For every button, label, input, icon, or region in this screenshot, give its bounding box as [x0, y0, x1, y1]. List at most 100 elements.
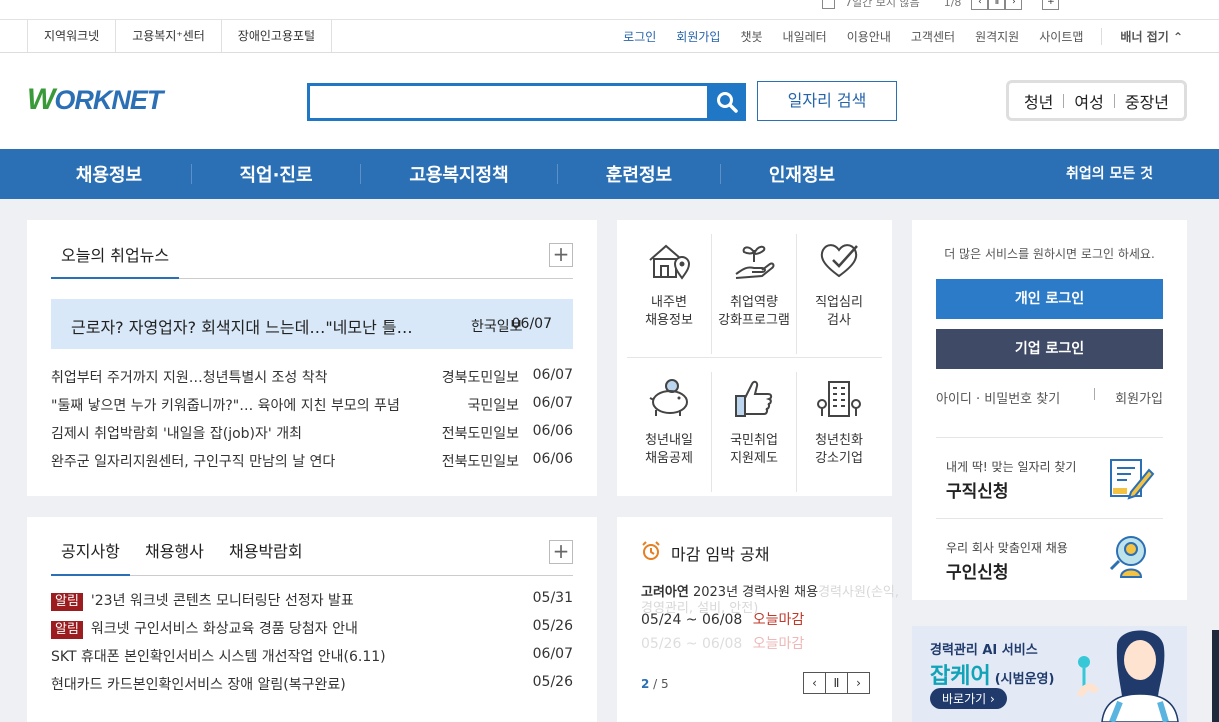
- service-national-employment[interactable]: 국민취업 지원제도: [711, 376, 797, 468]
- nav-career[interactable]: 직업·진로: [192, 161, 360, 187]
- service-psych-test[interactable]: 직업심리 검사: [796, 238, 882, 330]
- notice-date: 05/26: [532, 674, 573, 690]
- login-link[interactable]: 로그인: [613, 28, 666, 45]
- hide-7days-checkbox[interactable]: [822, 0, 835, 9]
- service-youth-friendly-companies[interactable]: 청년친화 강소기업: [796, 376, 882, 468]
- target-group-selector: 청년 여성 중장년: [1006, 80, 1187, 121]
- service-capacity-program[interactable]: 취업역량 강화프로그램: [711, 238, 797, 330]
- notice-date: 05/31: [532, 590, 573, 606]
- table-row[interactable]: 현대카드 카드본인확인서비스 장애 알림(복구완료) 05/26: [51, 674, 573, 694]
- service-label: 지원제도: [730, 451, 778, 466]
- woman-illustration: [1076, 630, 1179, 722]
- search-button[interactable]: [707, 83, 746, 121]
- piggy-bank-icon: [649, 379, 688, 416]
- notice-panel: 공지사항 채용행사 채용박람회 + 알림 '23년 워크넷 콘텐츠 모니터링단 선…: [27, 517, 597, 722]
- nav-training[interactable]: 훈련정보: [558, 161, 720, 187]
- prev-button[interactable]: ‹: [803, 672, 826, 694]
- guide-link[interactable]: 이용안내: [837, 28, 901, 45]
- nav-welfare-policy[interactable]: 고용복지정책: [361, 161, 557, 187]
- heart-check-icon: [820, 244, 858, 278]
- remote-support-link[interactable]: 원격지원: [965, 28, 1029, 45]
- floating-quick-menu[interactable]: [1212, 630, 1219, 722]
- jobcare-brand: 잡케어 (시범운영): [930, 664, 1055, 689]
- link-regional-worknet[interactable]: 지역워크넷: [27, 20, 115, 52]
- login-panel: 더 많은 서비스를 원하시면 로그인 하세요. 개인 로그인 기업 로그인 아이…: [912, 220, 1187, 600]
- newsletter-link[interactable]: 내일레터: [773, 28, 837, 45]
- job-seeker-apply[interactable]: 내게 딱! 맞는 일자리 찾기 구직신청: [936, 444, 1163, 514]
- news-more-button[interactable]: +: [549, 243, 573, 267]
- news-headline[interactable]: 근로자? 자영업자? 회색지대 느는데…"네모난 틀… 한국일보 06/07: [51, 299, 573, 349]
- jobcare-banner[interactable]: 경력관리 AI 서비스 잡케어 (시범운영) 바로가기 ›: [912, 626, 1187, 722]
- news-title[interactable]: 오늘의 취업뉴스: [51, 242, 180, 279]
- list-item[interactable]: "둘째 낳으면 누가 키워줍니까?"… 육아에 지친 부모의 푸념 국민일보 06/…: [51, 395, 573, 415]
- table-row[interactable]: 알림 워크넷 구인서비스 화상교육 경품 당첨자 안내 05/26: [51, 618, 573, 639]
- nav-talent[interactable]: 인재정보: [721, 161, 883, 187]
- service-youth-savings[interactable]: 청년내일 채움공제: [626, 376, 712, 468]
- banner-expand-button[interactable]: +: [1042, 0, 1060, 10]
- join-button[interactable]: 회원가입: [1115, 388, 1163, 407]
- service-nearby-jobs[interactable]: 내주변 채용정보: [626, 238, 712, 330]
- chatbot-link[interactable]: 챗봇: [730, 28, 772, 45]
- tab-recruit-events[interactable]: 채용행사: [135, 539, 214, 576]
- divider: [936, 518, 1163, 519]
- news-item-title: 김제시 취업박람회 '내일을 잡(job)자' 개최: [51, 426, 302, 442]
- hide-7days-label: 7일간 보지 않음: [845, 0, 920, 9]
- notice-title: 워크넷 구인서비스 화상교육 경품 당첨자 안내: [90, 621, 358, 637]
- nav-recruit-info[interactable]: 채용정보: [27, 161, 191, 187]
- target-middle-aged[interactable]: 중장년: [1115, 89, 1179, 113]
- link-disabled-employment-portal[interactable]: 장애인고용포털: [220, 20, 333, 52]
- service-label: 청년내일: [645, 433, 693, 448]
- nav-all-about-jobs[interactable]: 취업의 모든 것: [1066, 149, 1153, 199]
- news-item-source: 전북도민일보: [441, 454, 519, 470]
- sitemap-link[interactable]: 사이트맵: [1029, 28, 1093, 45]
- link-employment-welfare-center[interactable]: 고용복지⁺센터: [115, 20, 221, 52]
- table-row[interactable]: SKT 휴대폰 본인확인서비스 시스템 개선작업 안내(6.11) 06/07: [51, 646, 573, 666]
- service-label: 내주변: [651, 295, 687, 310]
- service-label: 청년친화: [815, 433, 863, 448]
- list-item[interactable]: 완주군 일자리지원센터, 구인구직 만남의 날 연다 전북도민일보 06/06: [51, 451, 573, 471]
- deadline-pager: ‹ Ⅱ ›: [803, 672, 870, 694]
- next-button[interactable]: ›: [847, 672, 870, 694]
- banner-next-button[interactable]: ›: [1005, 0, 1023, 10]
- news-item-title: "둘째 낳으면 누가 키워줍니까?"… 육아에 지친 부모의 푸념: [51, 398, 400, 414]
- company-login-button[interactable]: 기업 로그인: [936, 329, 1163, 369]
- job-search-button[interactable]: 일자리 검색: [757, 81, 897, 121]
- headline-title: 근로자? 자영업자? 회색지대 느는데…"네모난 틀…: [71, 318, 413, 337]
- news-item-date: 06/06: [532, 451, 573, 467]
- list-item[interactable]: 김제시 취업박람회 '내일을 잡(job)자' 개최 전북도민일보 06/06: [51, 423, 573, 443]
- banner-fold-button[interactable]: 배너 접기 ⌃: [1101, 27, 1193, 45]
- list-item[interactable]: 취업부터 주거까지 지원…청년특별시 조성 착착 경북도민일보 06/07: [51, 367, 573, 387]
- chevron-up-icon: ⌃: [1172, 29, 1183, 44]
- target-youth[interactable]: 청년: [1014, 89, 1063, 113]
- pause-button[interactable]: Ⅱ: [825, 672, 848, 694]
- notice-more-button[interactable]: +: [549, 540, 573, 564]
- worknet-logo[interactable]: WORKNET: [27, 83, 163, 117]
- tab-job-fairs[interactable]: 채용박람회: [219, 539, 313, 576]
- deadline-status: 오늘마감: [752, 612, 805, 628]
- jobcare-go-button[interactable]: 바로가기 ›: [930, 688, 1007, 709]
- seek-subtitle: 내게 딱! 맞는 일자리 찾기: [946, 460, 1077, 474]
- join-link[interactable]: 회원가입: [666, 28, 730, 45]
- news-item-source: 전북도민일보: [441, 426, 519, 442]
- news-item-title: 취업부터 주거까지 지원…청년특별시 조성 착착: [51, 370, 328, 386]
- deadline-period-prev: 05/26 ~ 06/08 오늘마감: [641, 636, 805, 652]
- table-row[interactable]: 알림 '23년 워크넷 콘텐츠 모니터링단 선정자 발표 05/31: [51, 590, 573, 611]
- banner-prev-button[interactable]: ‹: [971, 0, 989, 10]
- personal-login-button[interactable]: 개인 로그인: [936, 279, 1163, 319]
- alarm-clock-icon: [642, 541, 660, 560]
- employer-apply[interactable]: 우리 회사 맞춤인재 채용 구인신청: [936, 525, 1163, 595]
- banner-strip: 7일간 보지 않음 1/8 ‹ Ⅱ › +: [0, 0, 1219, 20]
- tab-notice[interactable]: 공지사항: [51, 539, 130, 576]
- news-item-date: 06/07: [532, 367, 573, 383]
- person-search-icon: [1109, 536, 1146, 578]
- search-input[interactable]: [310, 86, 700, 118]
- banner-pause-button[interactable]: Ⅱ: [988, 0, 1006, 10]
- target-women[interactable]: 여성: [1064, 89, 1113, 113]
- customer-center-link[interactable]: 고객센터: [901, 28, 965, 45]
- news-item-date: 06/06: [532, 423, 573, 439]
- find-account-link[interactable]: 아이디 · 비밀번호 찾기: [936, 388, 1060, 407]
- news-item-source: 국민일보: [467, 398, 519, 414]
- header: WORKNET 일자리 검색 청년 여성 중장년: [0, 53, 1219, 149]
- deadline-panel: 마감 임박 공채 고려아연 2023년 경력사원 채용경력사원(손익, 경영관리…: [617, 517, 899, 722]
- divider: [1094, 388, 1095, 400]
